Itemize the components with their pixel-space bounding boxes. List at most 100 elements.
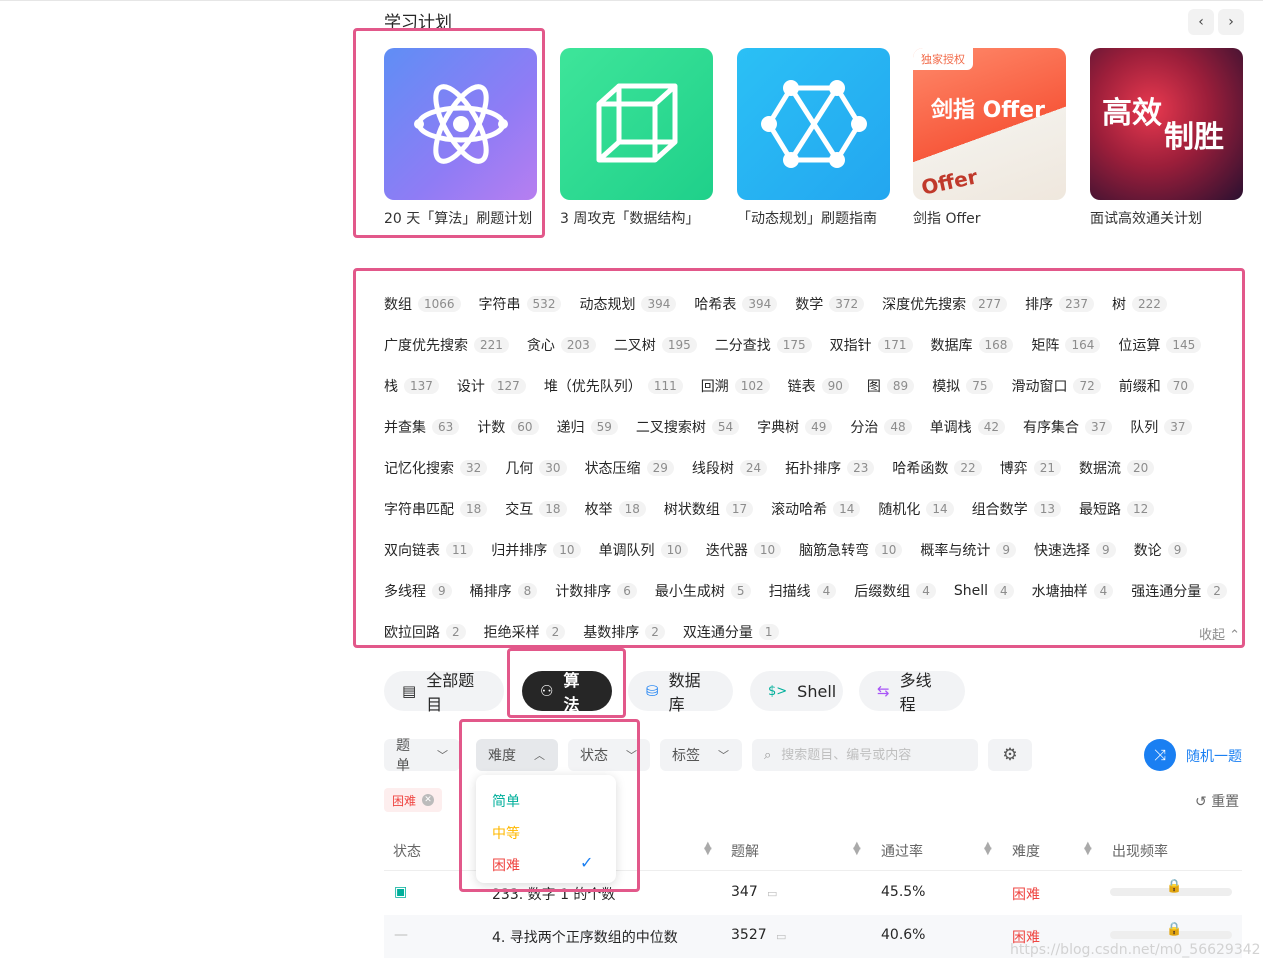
topic-tag[interactable]: 排序 237 bbox=[1025, 294, 1094, 314]
topic-tag[interactable]: 链表 90 bbox=[788, 376, 849, 396]
collapse-tags-button[interactable]: 收起 ⌃ bbox=[1199, 624, 1240, 643]
status-filter[interactable]: 状态 ﹀ bbox=[568, 739, 650, 771]
topic-tag[interactable]: 迭代器 10 bbox=[706, 540, 782, 560]
topic-tag[interactable]: 矩阵 164 bbox=[1031, 335, 1101, 355]
sort-icon[interactable]: ▲ ▼ bbox=[704, 841, 712, 857]
topic-tag[interactable]: 最小生成树 5 bbox=[655, 581, 751, 601]
lock-icon[interactable]: 🔒 bbox=[1166, 922, 1182, 937]
topic-tag[interactable]: 分治 48 bbox=[850, 417, 912, 437]
topic-tag[interactable]: 并查集 63 bbox=[384, 417, 460, 437]
search-box[interactable]: ⌕ bbox=[752, 739, 978, 771]
header-frequency[interactable]: 出现频率 bbox=[1112, 841, 1168, 861]
video-icon[interactable]: ▭ bbox=[767, 887, 777, 900]
topic-tag[interactable]: 多线程 9 bbox=[384, 581, 452, 601]
topic-tag[interactable]: 回溯 102 bbox=[701, 376, 770, 396]
difficulty-option-easy[interactable]: 简单 bbox=[492, 791, 520, 811]
shuffle-icon[interactable]: ⤨ bbox=[1144, 739, 1176, 771]
difficulty-option-medium[interactable]: 中等 bbox=[492, 823, 520, 843]
topic-tag[interactable]: 字符串匹配 18 bbox=[384, 499, 488, 519]
topic-tag[interactable]: 图 89 bbox=[867, 376, 915, 396]
topic-tag[interactable]: 桶排序 8 bbox=[470, 581, 538, 601]
topic-tag[interactable]: 计数排序 6 bbox=[555, 581, 637, 601]
topic-tag[interactable]: 数组 1066 bbox=[384, 294, 461, 314]
topic-tag[interactable]: 动态规划 394 bbox=[579, 294, 677, 314]
topic-tag[interactable]: 字符串 532 bbox=[479, 294, 562, 314]
reset-filters-button[interactable]: ↺ 重置 bbox=[1195, 791, 1239, 811]
topic-tag[interactable]: 广度优先搜索 221 bbox=[384, 335, 509, 355]
topic-tag[interactable]: 二叉树 195 bbox=[614, 335, 697, 355]
topic-tag[interactable]: 单调队列 10 bbox=[599, 540, 688, 560]
topic-tag[interactable]: 栈 137 bbox=[384, 376, 439, 396]
topic-tag[interactable]: 位运算 145 bbox=[1118, 335, 1202, 355]
topic-tag[interactable]: 后缀数组 4 bbox=[854, 581, 936, 601]
topic-tag[interactable]: 脑筋急转弯 10 bbox=[799, 540, 903, 560]
tab-all-problems[interactable]: ▤ 全部题目 bbox=[384, 671, 504, 714]
topic-tag[interactable]: 字典树 49 bbox=[757, 417, 833, 437]
topic-tag[interactable]: 前缀和 70 bbox=[1119, 376, 1195, 396]
topic-tag[interactable]: 队列 37 bbox=[1130, 417, 1192, 437]
topic-tag[interactable]: 快速选择 9 bbox=[1034, 540, 1116, 560]
topic-tag[interactable]: 最短路 12 bbox=[1079, 499, 1155, 519]
topic-tag[interactable]: 滚动哈希 14 bbox=[771, 499, 861, 519]
topic-tag[interactable]: 扫描线 4 bbox=[769, 581, 837, 601]
topic-tag[interactable]: 状态压缩 29 bbox=[585, 458, 674, 478]
topic-tag[interactable]: 归并排序 10 bbox=[491, 540, 581, 560]
header-difficulty[interactable]: 难度 bbox=[1012, 841, 1040, 861]
topic-tag[interactable]: 设计 127 bbox=[457, 376, 526, 396]
study-plan-card-dp[interactable]: 「动态规划」刷题指南 bbox=[737, 48, 890, 228]
topic-tag[interactable]: 计数 60 bbox=[477, 417, 539, 437]
topic-tag[interactable]: 递归 59 bbox=[557, 417, 618, 437]
next-arrow-icon[interactable]: › bbox=[1218, 9, 1244, 35]
problem-list-filter[interactable]: 题单 ﹀ bbox=[384, 738, 460, 774]
problem-title-link[interactable]: 4. 寻找两个正序数组的中位数 bbox=[492, 927, 678, 947]
topic-tag[interactable]: 模拟 75 bbox=[932, 376, 994, 396]
lock-icon[interactable]: 🔒 bbox=[1166, 879, 1182, 894]
topic-tag[interactable]: 拒绝采样 2 bbox=[484, 622, 566, 642]
tab-concurrency[interactable]: ⇆ 多线程 bbox=[859, 671, 965, 714]
topic-tag[interactable]: 双指针 171 bbox=[830, 335, 913, 355]
random-problem-button[interactable]: 随机一题 bbox=[1186, 746, 1242, 766]
topic-tag[interactable]: 水塘抽样 4 bbox=[1032, 581, 1114, 601]
topic-tag[interactable]: 枚举 18 bbox=[585, 499, 646, 519]
topic-tag[interactable]: 数据库 168 bbox=[931, 335, 1014, 355]
study-plan-card-data-structure[interactable]: 3 周攻克「数据结构」 bbox=[560, 48, 713, 228]
topic-tag[interactable]: 哈希函数 22 bbox=[892, 458, 982, 478]
solution-count[interactable]: 347 bbox=[731, 884, 758, 900]
topic-tag[interactable]: 欧拉回路 2 bbox=[384, 622, 466, 642]
topic-tag[interactable]: 贪心 203 bbox=[527, 335, 596, 355]
topic-tag[interactable]: 二叉搜索树 54 bbox=[636, 417, 740, 437]
header-solutions[interactable]: 题解 bbox=[731, 841, 759, 861]
settings-gear-icon[interactable]: ⚙ bbox=[988, 739, 1032, 771]
topic-tag[interactable]: 滑动窗口 72 bbox=[1011, 376, 1101, 396]
topic-tag[interactable]: 哈希表 394 bbox=[694, 294, 778, 314]
topic-tag[interactable]: 双向链表 11 bbox=[384, 540, 474, 560]
sort-icon[interactable]: ▲ ▼ bbox=[1084, 841, 1092, 857]
topic-tag[interactable]: Shell 4 bbox=[954, 582, 1014, 599]
sort-icon[interactable]: ▲ ▼ bbox=[984, 841, 992, 857]
prev-arrow-icon[interactable]: ‹ bbox=[1188, 9, 1214, 35]
topic-tag[interactable]: 数据流 20 bbox=[1079, 458, 1155, 478]
topic-tag[interactable]: 博弈 21 bbox=[1000, 458, 1061, 478]
header-status[interactable]: 状态 bbox=[393, 841, 421, 861]
topic-tag[interactable]: 记忆化搜索 32 bbox=[384, 458, 488, 478]
topic-tag[interactable]: 数学 372 bbox=[795, 294, 865, 314]
topic-tag[interactable]: 交互 18 bbox=[505, 499, 567, 519]
topic-tag[interactable]: 双连通分量 1 bbox=[683, 622, 779, 642]
difficulty-filter[interactable]: 难度 ︿ bbox=[476, 739, 558, 771]
tag-filter[interactable]: 标签 ﹀ bbox=[660, 739, 742, 771]
study-plan-card-offer[interactable]: 独家授权 剑指 Offer Offer 剑指 Offer bbox=[913, 48, 1066, 228]
topic-tag[interactable]: 拓扑排序 23 bbox=[785, 458, 875, 478]
topic-tag[interactable]: 基数排序 2 bbox=[583, 622, 665, 642]
clear-chip-icon[interactable]: ✕ bbox=[422, 794, 435, 806]
difficulty-option-hard[interactable]: 困难 bbox=[492, 855, 520, 875]
tab-database[interactable]: ⛁ 数据库 bbox=[628, 671, 733, 714]
topic-tag[interactable]: 几何 30 bbox=[505, 458, 567, 478]
search-input[interactable] bbox=[779, 746, 954, 764]
topic-tag[interactable]: 组合数学 13 bbox=[972, 499, 1061, 519]
topic-tag[interactable]: 树状数组 17 bbox=[664, 499, 754, 519]
study-plan-card-interview[interactable]: 高效 制胜 面试高效通关计划 bbox=[1090, 48, 1243, 228]
topic-tag[interactable]: 树 222 bbox=[1112, 294, 1167, 314]
topic-tag[interactable]: 有序集合 37 bbox=[1023, 417, 1113, 437]
topic-tag[interactable]: 二分查找 175 bbox=[715, 335, 812, 355]
tab-shell[interactable]: $> Shell bbox=[750, 671, 843, 711]
